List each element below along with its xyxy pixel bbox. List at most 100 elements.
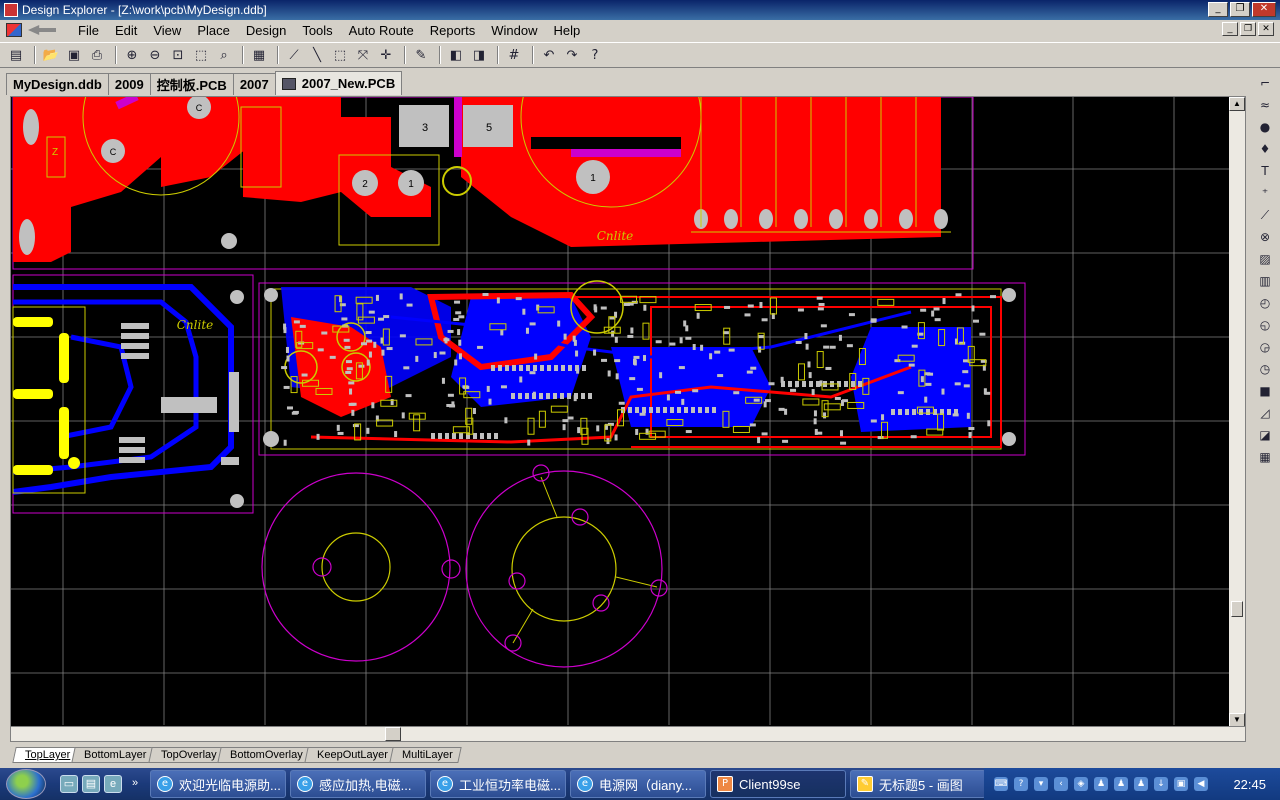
- zoom-in-icon[interactable]: ⊕: [122, 45, 142, 65]
- place-array-icon[interactable]: ▦: [1256, 448, 1274, 466]
- move-icon[interactable]: ✛: [376, 45, 396, 65]
- design-manager-icon[interactable]: ▤: [6, 45, 26, 65]
- browse-library-icon[interactable]: ▦: [249, 45, 269, 65]
- place-origin-icon[interactable]: ⊗: [1256, 228, 1274, 246]
- menu-reports[interactable]: Reports: [422, 23, 484, 38]
- place-track-icon[interactable]: ⌐: [1256, 74, 1274, 92]
- menu-help[interactable]: Help: [546, 23, 589, 38]
- keyboard-icon[interactable]: ⌨: [994, 777, 1008, 791]
- save-icon[interactable]: ▣: [64, 45, 84, 65]
- vertical-scrollbar[interactable]: ▲ ▼: [1229, 97, 1245, 727]
- doc-close-button[interactable]: ✕: [1258, 22, 1274, 36]
- network-icon[interactable]: ◈: [1074, 777, 1088, 791]
- place-arc-icon[interactable]: ≈: [1256, 96, 1274, 114]
- qq-icon[interactable]: ♟: [1134, 777, 1148, 791]
- doc-restore-button[interactable]: ❐: [1240, 22, 1256, 36]
- tab-2009[interactable]: 2009: [107, 73, 151, 95]
- vertical-scroll-thumb[interactable]: [1231, 601, 1243, 617]
- minimize-button[interactable]: _: [1208, 2, 1228, 17]
- place-full-circle-icon[interactable]: ◷: [1256, 360, 1274, 378]
- help-icon[interactable]: ?: [1014, 777, 1028, 791]
- deselect-icon[interactable]: ⤧: [353, 45, 373, 65]
- menu-tools[interactable]: Tools: [294, 23, 340, 38]
- doc-minimize-button[interactable]: _: [1222, 22, 1238, 36]
- zoom-selection-icon[interactable]: ⌕: [214, 45, 234, 65]
- tab-control-board-pcb[interactable]: 控制板.PCB: [149, 73, 234, 95]
- tab-bottom-overlay[interactable]: BottomOverlay: [217, 747, 312, 763]
- scroll-down-button[interactable]: ▼: [1229, 713, 1245, 727]
- tab-mydesign-ddb[interactable]: MyDesign.ddb: [6, 73, 109, 95]
- place-string-icon[interactable]: T: [1256, 162, 1274, 180]
- tab-bottom-layer[interactable]: BottomLayer: [71, 747, 156, 763]
- menu-auto-route[interactable]: Auto Route: [341, 23, 422, 38]
- tab-2007[interactable]: 2007: [232, 73, 276, 95]
- arc-any-icon[interactable]: ◶: [1256, 338, 1274, 356]
- zoom-area-icon[interactable]: ⬚: [191, 45, 211, 65]
- tab-keepout-layer[interactable]: KeepOutLayer: [304, 747, 397, 763]
- place-component-icon[interactable]: ▥: [1256, 272, 1274, 290]
- switch-windows-icon[interactable]: ▤: [82, 775, 100, 793]
- grid-icon[interactable]: #: [504, 45, 524, 65]
- taskbar-button-ie-2[interactable]: e 感应加热,电磁...: [290, 770, 426, 798]
- quick-launch-more-icon[interactable]: »: [126, 775, 144, 793]
- place-dimension-icon[interactable]: ⟋: [1256, 206, 1274, 224]
- menu-edit[interactable]: Edit: [107, 23, 145, 38]
- place-pad-icon[interactable]: ♦: [1256, 140, 1274, 158]
- app-menu-icon[interactable]: [6, 23, 22, 37]
- show-desktop-icon[interactable]: ▭: [60, 775, 78, 793]
- tray-expand-icon[interactable]: ‹: [1054, 777, 1068, 791]
- horizontal-scroll-thumb[interactable]: [385, 727, 401, 741]
- component-icon[interactable]: ◧: [446, 45, 466, 65]
- menu-file[interactable]: File: [70, 23, 107, 38]
- volume-icon[interactable]: ◀: [1194, 777, 1208, 791]
- open-folder-icon[interactable]: 📂: [41, 45, 61, 65]
- pad-label: 5: [486, 122, 492, 134]
- arc-center-icon[interactable]: ◴: [1256, 294, 1274, 312]
- qq-icon[interactable]: ♟: [1094, 777, 1108, 791]
- cut-track-icon[interactable]: ╲: [307, 45, 327, 65]
- taskbar-button-client99se[interactable]: P Client99se: [710, 770, 846, 798]
- split-plane-icon[interactable]: ◪: [1256, 426, 1274, 444]
- tab-multi-layer[interactable]: MultiLayer: [389, 747, 462, 763]
- maximize-button[interactable]: ❐: [1230, 2, 1250, 17]
- taskbar-button-ie-3[interactable]: e 工业恒功率电磁...: [430, 770, 566, 798]
- cross-probe-icon[interactable]: ✎: [411, 45, 431, 65]
- place-room-icon[interactable]: ▨: [1256, 250, 1274, 268]
- undo-icon[interactable]: ↶: [539, 45, 559, 65]
- tab-2007-new-pcb[interactable]: 2007_New.PCB: [274, 71, 403, 95]
- menu-window[interactable]: Window: [483, 23, 545, 38]
- scroll-up-button[interactable]: ▲: [1229, 97, 1245, 111]
- tray-options-icon[interactable]: ▾: [1034, 777, 1048, 791]
- help-icon[interactable]: ?: [585, 45, 605, 65]
- zoom-fit-icon[interactable]: ⊡: [168, 45, 188, 65]
- clock[interactable]: 22:45: [1233, 777, 1266, 792]
- display-icon[interactable]: ▣: [1174, 777, 1188, 791]
- component-library-icon[interactable]: ◨: [469, 45, 489, 65]
- redo-icon[interactable]: ↷: [562, 45, 582, 65]
- tab-top-layer[interactable]: TopLayer: [12, 747, 79, 763]
- tab-top-overlay[interactable]: TopOverlay: [147, 747, 225, 763]
- back-arrow-icon[interactable]: [28, 25, 56, 35]
- ie-icon[interactable]: e: [104, 775, 122, 793]
- interactive-route-icon[interactable]: ⟋: [284, 45, 304, 65]
- place-fill-icon[interactable]: ■: [1256, 382, 1274, 400]
- arc-edge-icon[interactable]: ◵: [1256, 316, 1274, 334]
- taskbar-button-paint[interactable]: ✎ 无标题5 - 画图: [850, 770, 986, 798]
- close-button[interactable]: ✕: [1252, 2, 1276, 17]
- horizontal-scrollbar[interactable]: [10, 726, 1246, 742]
- select-area-icon[interactable]: ⬚: [330, 45, 350, 65]
- place-coordinate-icon[interactable]: ⁺: [1256, 184, 1274, 202]
- taskbar-button-ie-4[interactable]: e 电源网（diany...: [570, 770, 706, 798]
- menu-view[interactable]: View: [145, 23, 189, 38]
- start-button[interactable]: [6, 769, 46, 799]
- menu-place[interactable]: Place: [189, 23, 238, 38]
- place-polygon-icon[interactable]: ◿: [1256, 404, 1274, 422]
- download-icon[interactable]: ↓: [1154, 777, 1168, 791]
- pcb-canvas[interactable]: 3 5 2 1 1 C C Z Cnlite Cnlite: [11, 97, 1229, 725]
- menu-design[interactable]: Design: [238, 23, 294, 38]
- zoom-out-icon[interactable]: ⊖: [145, 45, 165, 65]
- qq-icon[interactable]: ♟: [1114, 777, 1128, 791]
- print-icon[interactable]: ⎙: [87, 45, 107, 65]
- taskbar-button-ie-1[interactable]: e 欢迎光临电源助...: [150, 770, 286, 798]
- place-via-icon[interactable]: ●: [1256, 118, 1274, 136]
